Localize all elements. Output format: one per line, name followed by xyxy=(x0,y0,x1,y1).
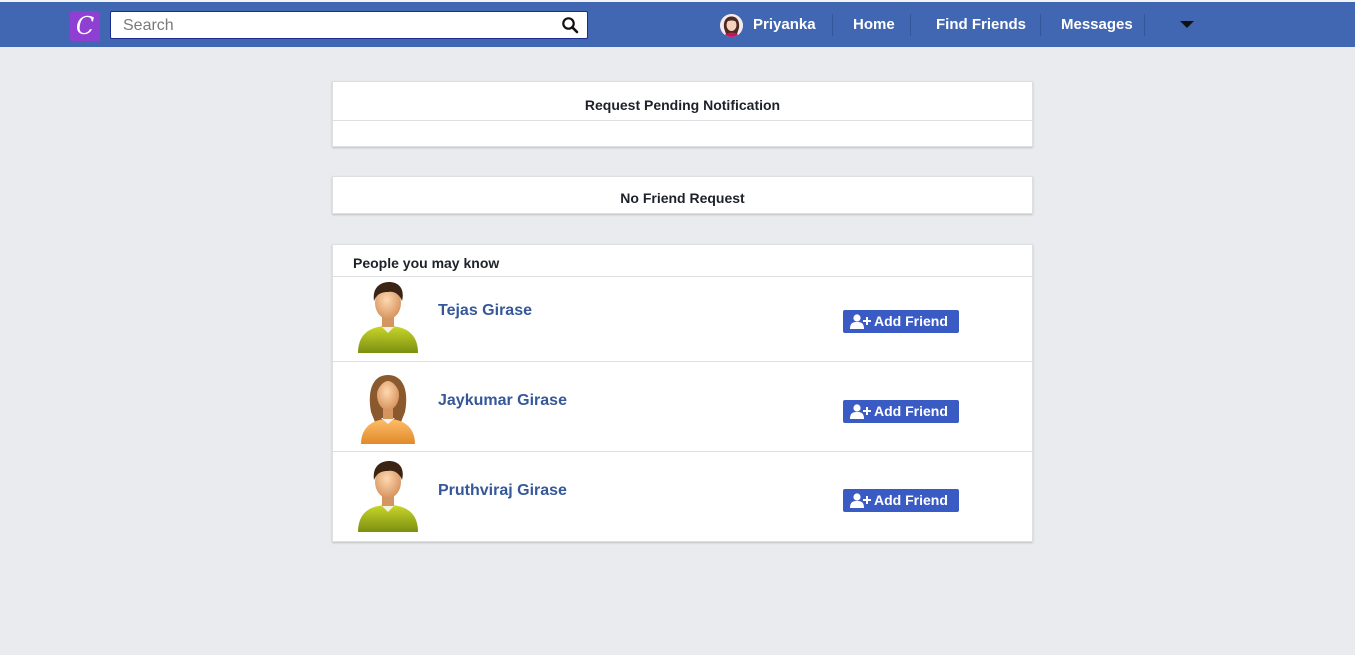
people-you-may-know-card: People you may know Tejas Girase Add Fri… xyxy=(332,244,1033,542)
nav-home-link[interactable]: Home xyxy=(853,2,895,47)
top-navbar: C Priyanka Home Find Friends Messages xyxy=(0,2,1355,47)
nav-messages-link[interactable]: Messages xyxy=(1061,2,1133,47)
add-user-icon xyxy=(850,404,871,419)
friend-requests-card: No Friend Request xyxy=(332,176,1033,214)
search-icon[interactable] xyxy=(561,16,579,34)
nav-divider xyxy=(910,14,911,36)
search-box xyxy=(110,11,588,39)
male-avatar-icon xyxy=(358,282,418,353)
add-friend-button[interactable]: Add Friend xyxy=(843,310,959,333)
add-friend-label: Add Friend xyxy=(874,403,948,419)
person-name-link[interactable]: Jaykumar Girase xyxy=(438,392,567,410)
user-avatar[interactable] xyxy=(720,14,743,37)
nav-profile-link[interactable]: Priyanka xyxy=(753,2,816,47)
suggestions-title: People you may know xyxy=(353,255,500,271)
pending-notification-card: Request Pending Notification xyxy=(332,81,1033,147)
dropdown-caret-icon[interactable] xyxy=(1180,21,1194,28)
suggestion-row: Jaykumar Girase Add Friend xyxy=(333,361,1032,452)
add-friend-label: Add Friend xyxy=(874,492,948,508)
app-logo[interactable]: C xyxy=(70,11,100,41)
male-avatar-icon xyxy=(358,461,418,532)
friend-requests-title: No Friend Request xyxy=(620,190,745,206)
female-avatar-icon xyxy=(361,375,415,444)
add-user-icon xyxy=(850,493,871,508)
pending-card-title: Request Pending Notification xyxy=(584,97,781,113)
card-divider xyxy=(333,120,1032,121)
add-friend-button[interactable]: Add Friend xyxy=(843,489,959,512)
suggestion-row: Pruthviraj Girase Add Friend xyxy=(333,451,1032,542)
person-name-link[interactable]: Pruthviraj Girase xyxy=(438,482,567,500)
add-friend-label: Add Friend xyxy=(874,313,948,329)
nav-divider xyxy=(1144,14,1145,36)
add-friend-button[interactable]: Add Friend xyxy=(843,400,959,423)
nav-divider xyxy=(832,14,833,36)
add-user-icon xyxy=(850,314,871,329)
user-avatar-icon xyxy=(720,14,743,37)
nav-find-friends-link[interactable]: Find Friends xyxy=(936,2,1026,47)
search-input[interactable] xyxy=(121,15,555,37)
suggestion-row: Tejas Girase Add Friend xyxy=(333,276,1032,367)
nav-divider xyxy=(1040,14,1041,36)
person-name-link[interactable]: Tejas Girase xyxy=(438,302,532,320)
